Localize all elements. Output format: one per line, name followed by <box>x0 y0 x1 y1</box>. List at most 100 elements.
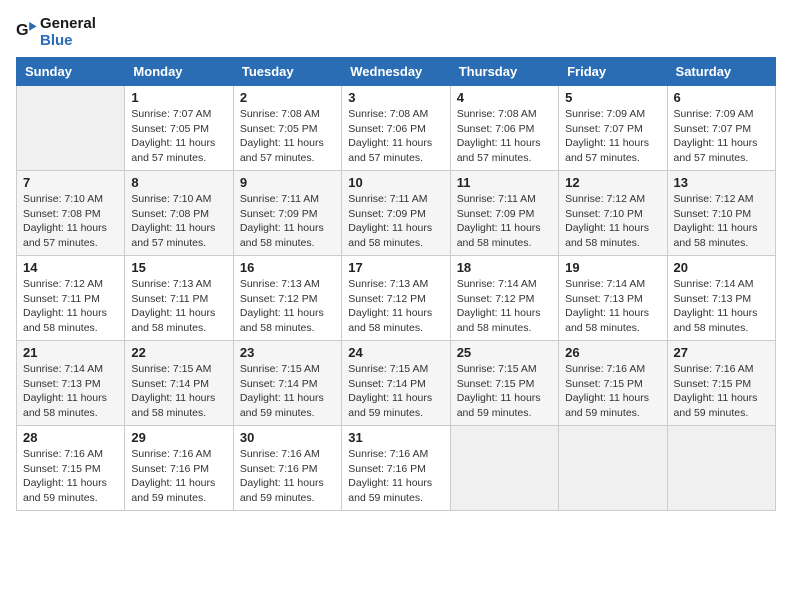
sunrise-label: Sunrise: 7:12 AM <box>674 193 754 205</box>
sunset-label: Sunset: 7:10 PM <box>565 208 643 220</box>
calendar-cell: 27 Sunrise: 7:16 AM Sunset: 7:15 PM Dayl… <box>667 341 775 426</box>
day-number: 27 <box>674 345 769 360</box>
day-header-tuesday: Tuesday <box>233 58 341 86</box>
calendar-cell: 6 Sunrise: 7:09 AM Sunset: 7:07 PM Dayli… <box>667 86 775 171</box>
daylight-label: Daylight: 11 hours and 59 minutes. <box>457 392 541 419</box>
calendar-week-row: 14 Sunrise: 7:12 AM Sunset: 7:11 PM Dayl… <box>17 256 776 341</box>
sunrise-label: Sunrise: 7:16 AM <box>131 448 211 460</box>
day-info: Sunrise: 7:16 AM Sunset: 7:15 PM Dayligh… <box>565 362 660 421</box>
sunrise-label: Sunrise: 7:14 AM <box>565 278 645 290</box>
sunrise-label: Sunrise: 7:08 AM <box>240 108 320 120</box>
sunset-label: Sunset: 7:08 PM <box>131 208 209 220</box>
day-info: Sunrise: 7:08 AM Sunset: 7:06 PM Dayligh… <box>348 107 443 166</box>
daylight-label: Daylight: 11 hours and 57 minutes. <box>131 222 215 249</box>
day-info: Sunrise: 7:09 AM Sunset: 7:07 PM Dayligh… <box>565 107 660 166</box>
day-info: Sunrise: 7:11 AM Sunset: 7:09 PM Dayligh… <box>348 192 443 251</box>
day-number: 21 <box>23 345 118 360</box>
day-header-saturday: Saturday <box>667 58 775 86</box>
sunset-label: Sunset: 7:07 PM <box>674 123 752 135</box>
daylight-label: Daylight: 11 hours and 58 minutes. <box>240 222 324 249</box>
calendar-cell <box>667 426 775 511</box>
day-info: Sunrise: 7:10 AM Sunset: 7:08 PM Dayligh… <box>23 192 118 251</box>
calendar-cell: 14 Sunrise: 7:12 AM Sunset: 7:11 PM Dayl… <box>17 256 125 341</box>
calendar-cell: 29 Sunrise: 7:16 AM Sunset: 7:16 PM Dayl… <box>125 426 233 511</box>
sunrise-label: Sunrise: 7:16 AM <box>348 448 428 460</box>
sunrise-label: Sunrise: 7:09 AM <box>674 108 754 120</box>
day-info: Sunrise: 7:13 AM Sunset: 7:11 PM Dayligh… <box>131 277 226 336</box>
sunset-label: Sunset: 7:13 PM <box>23 378 101 390</box>
daylight-label: Daylight: 11 hours and 58 minutes. <box>131 392 215 419</box>
page-header: G General Blue <box>16 16 776 49</box>
sunset-label: Sunset: 7:12 PM <box>240 293 318 305</box>
sunset-label: Sunset: 7:16 PM <box>348 463 426 475</box>
day-number: 29 <box>131 430 226 445</box>
sunrise-label: Sunrise: 7:08 AM <box>348 108 428 120</box>
day-info: Sunrise: 7:11 AM Sunset: 7:09 PM Dayligh… <box>457 192 552 251</box>
day-number: 11 <box>457 175 552 190</box>
sunset-label: Sunset: 7:09 PM <box>348 208 426 220</box>
day-number: 28 <box>23 430 118 445</box>
calendar-cell <box>17 86 125 171</box>
day-header-thursday: Thursday <box>450 58 558 86</box>
sunrise-label: Sunrise: 7:10 AM <box>131 193 211 205</box>
sunrise-label: Sunrise: 7:16 AM <box>23 448 103 460</box>
day-info: Sunrise: 7:15 AM Sunset: 7:14 PM Dayligh… <box>348 362 443 421</box>
calendar-cell: 10 Sunrise: 7:11 AM Sunset: 7:09 PM Dayl… <box>342 171 450 256</box>
calendar-cell: 30 Sunrise: 7:16 AM Sunset: 7:16 PM Dayl… <box>233 426 341 511</box>
day-number: 15 <box>131 260 226 275</box>
sunset-label: Sunset: 7:14 PM <box>131 378 209 390</box>
daylight-label: Daylight: 11 hours and 58 minutes. <box>674 222 758 249</box>
day-info: Sunrise: 7:09 AM Sunset: 7:07 PM Dayligh… <box>674 107 769 166</box>
calendar-cell: 18 Sunrise: 7:14 AM Sunset: 7:12 PM Dayl… <box>450 256 558 341</box>
day-info: Sunrise: 7:11 AM Sunset: 7:09 PM Dayligh… <box>240 192 335 251</box>
daylight-label: Daylight: 11 hours and 59 minutes. <box>240 392 324 419</box>
calendar-cell <box>559 426 667 511</box>
sunset-label: Sunset: 7:11 PM <box>23 293 100 305</box>
day-header-friday: Friday <box>559 58 667 86</box>
daylight-label: Daylight: 11 hours and 58 minutes. <box>23 392 107 419</box>
sunrise-label: Sunrise: 7:12 AM <box>23 278 103 290</box>
day-number: 17 <box>348 260 443 275</box>
day-number: 1 <box>131 90 226 105</box>
calendar-week-row: 21 Sunrise: 7:14 AM Sunset: 7:13 PM Dayl… <box>17 341 776 426</box>
day-info: Sunrise: 7:16 AM Sunset: 7:16 PM Dayligh… <box>131 447 226 506</box>
daylight-label: Daylight: 11 hours and 59 minutes. <box>131 477 215 504</box>
day-number: 5 <box>565 90 660 105</box>
calendar-week-row: 7 Sunrise: 7:10 AM Sunset: 7:08 PM Dayli… <box>17 171 776 256</box>
daylight-label: Daylight: 11 hours and 57 minutes. <box>240 137 324 164</box>
sunrise-label: Sunrise: 7:10 AM <box>23 193 103 205</box>
daylight-label: Daylight: 11 hours and 58 minutes. <box>565 307 649 334</box>
sunrise-label: Sunrise: 7:14 AM <box>23 363 103 375</box>
calendar-cell: 7 Sunrise: 7:10 AM Sunset: 7:08 PM Dayli… <box>17 171 125 256</box>
day-number: 22 <box>131 345 226 360</box>
day-number: 18 <box>457 260 552 275</box>
day-number: 31 <box>348 430 443 445</box>
calendar-cell: 22 Sunrise: 7:15 AM Sunset: 7:14 PM Dayl… <box>125 341 233 426</box>
sunset-label: Sunset: 7:08 PM <box>23 208 101 220</box>
sunrise-label: Sunrise: 7:14 AM <box>674 278 754 290</box>
calendar-cell: 28 Sunrise: 7:16 AM Sunset: 7:15 PM Dayl… <box>17 426 125 511</box>
day-info: Sunrise: 7:15 AM Sunset: 7:15 PM Dayligh… <box>457 362 552 421</box>
daylight-label: Daylight: 11 hours and 59 minutes. <box>674 392 758 419</box>
logo: G General Blue <box>16 16 96 49</box>
calendar-cell: 26 Sunrise: 7:16 AM Sunset: 7:15 PM Dayl… <box>559 341 667 426</box>
sunset-label: Sunset: 7:13 PM <box>565 293 643 305</box>
sunrise-label: Sunrise: 7:13 AM <box>348 278 428 290</box>
day-number: 12 <box>565 175 660 190</box>
day-header-sunday: Sunday <box>17 58 125 86</box>
sunset-label: Sunset: 7:14 PM <box>348 378 426 390</box>
calendar-cell: 13 Sunrise: 7:12 AM Sunset: 7:10 PM Dayl… <box>667 171 775 256</box>
day-info: Sunrise: 7:14 AM Sunset: 7:13 PM Dayligh… <box>565 277 660 336</box>
sunrise-label: Sunrise: 7:14 AM <box>457 278 537 290</box>
day-info: Sunrise: 7:16 AM Sunset: 7:15 PM Dayligh… <box>674 362 769 421</box>
calendar-cell: 17 Sunrise: 7:13 AM Sunset: 7:12 PM Dayl… <box>342 256 450 341</box>
daylight-label: Daylight: 11 hours and 57 minutes. <box>565 137 649 164</box>
sunset-label: Sunset: 7:16 PM <box>240 463 318 475</box>
calendar-cell <box>450 426 558 511</box>
day-number: 2 <box>240 90 335 105</box>
day-info: Sunrise: 7:16 AM Sunset: 7:16 PM Dayligh… <box>348 447 443 506</box>
calendar-cell: 20 Sunrise: 7:14 AM Sunset: 7:13 PM Dayl… <box>667 256 775 341</box>
daylight-label: Daylight: 11 hours and 59 minutes. <box>565 392 649 419</box>
sunrise-label: Sunrise: 7:11 AM <box>348 193 427 205</box>
calendar-cell: 2 Sunrise: 7:08 AM Sunset: 7:05 PM Dayli… <box>233 86 341 171</box>
